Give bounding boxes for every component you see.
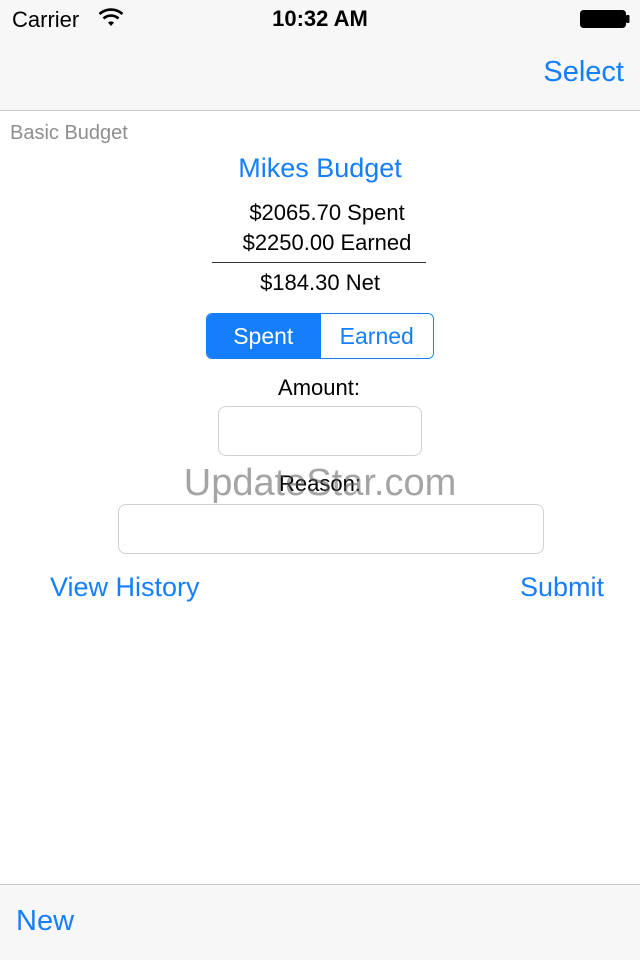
status-time: 10:32 AM bbox=[272, 6, 368, 31]
segment-earned[interactable]: Earned bbox=[319, 314, 433, 358]
navigation-bar: Select bbox=[0, 40, 640, 111]
app-label: Basic Budget bbox=[10, 122, 128, 144]
select-button[interactable]: Select bbox=[543, 56, 624, 89]
earned-total: $2250.00 Earned bbox=[242, 230, 412, 255]
net-total: $184.30 Net bbox=[260, 270, 380, 295]
budget-title[interactable]: Mikes Budget bbox=[0, 153, 640, 184]
battery-icon bbox=[580, 10, 630, 28]
segment-spent[interactable]: Spent bbox=[207, 314, 320, 358]
amount-field[interactable] bbox=[218, 406, 422, 456]
app-screen: Carrier 10:32 AM Select Basic Budget Mik… bbox=[0, 0, 640, 960]
reason-field[interactable] bbox=[118, 504, 544, 554]
summary-divider bbox=[212, 262, 426, 263]
submit-button[interactable]: Submit bbox=[520, 572, 604, 603]
spent-earned-segmented-control: Spent Earned bbox=[206, 313, 434, 359]
new-button[interactable]: New bbox=[16, 905, 74, 938]
bottom-toolbar: New bbox=[0, 884, 640, 960]
view-history-button[interactable]: View History bbox=[50, 572, 200, 603]
spent-total: $2065.70 Spent bbox=[249, 200, 405, 225]
amount-label: Amount: bbox=[278, 375, 360, 400]
reason-label: Reason: bbox=[279, 471, 361, 496]
status-bar: Carrier 10:32 AM bbox=[0, 0, 640, 40]
